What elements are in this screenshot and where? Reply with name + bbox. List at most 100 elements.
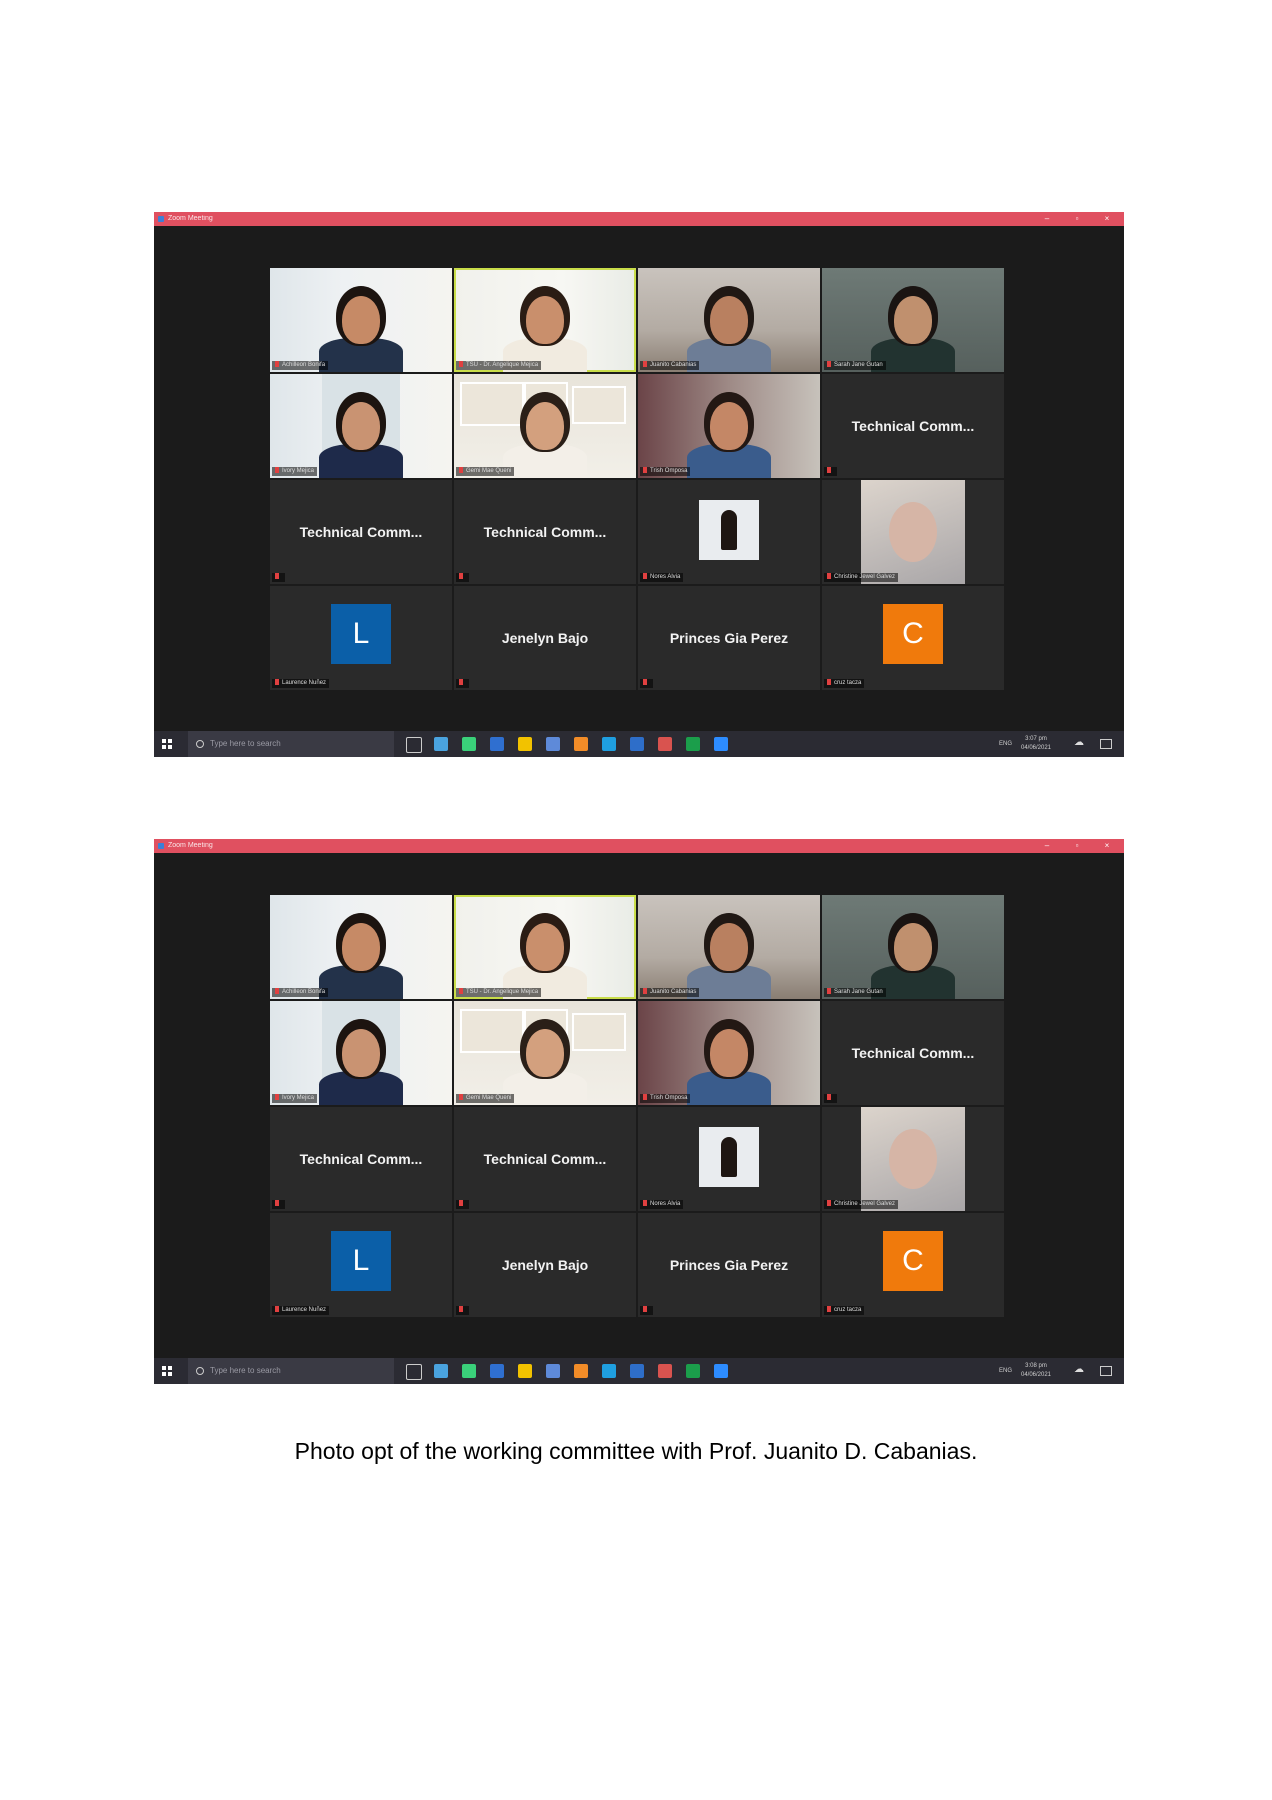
calendar-icon[interactable]	[546, 737, 560, 751]
search-icon	[196, 740, 204, 748]
muted-mic-icon	[275, 1306, 279, 1313]
participant-name-label	[640, 1306, 653, 1315]
zoom-icon[interactable]	[714, 737, 728, 751]
weather-icon[interactable]: ☁	[1074, 1365, 1084, 1375]
participant-face	[710, 296, 748, 344]
notification-icon[interactable]	[1100, 739, 1112, 749]
notification-icon[interactable]	[1100, 1366, 1112, 1376]
close-button[interactable]: ×	[1100, 212, 1114, 226]
participant-tile[interactable]: Technical Comm...	[270, 1107, 452, 1211]
participant-tile[interactable]: Princes Gia Perez	[638, 1213, 820, 1317]
firefox-icon[interactable]	[574, 737, 588, 751]
participant-tile[interactable]: Ccruz tacza	[822, 1213, 1004, 1317]
muted-mic-icon	[643, 1094, 647, 1101]
participant-display-name: Technical Comm...	[299, 1151, 423, 1167]
bookshelf	[572, 1013, 626, 1051]
participant-tile[interactable]: Technical Comm...	[454, 1107, 636, 1211]
taskview-icon[interactable]	[406, 1364, 422, 1380]
windows-start-icon[interactable]	[162, 1366, 172, 1376]
edge-icon[interactable]	[602, 737, 616, 751]
muted-mic-icon	[459, 1200, 463, 1207]
word-icon[interactable]	[630, 1364, 644, 1378]
clock[interactable]: 3:08 pm 04/06/2021	[1016, 1362, 1056, 1380]
minimize-button[interactable]: –	[1040, 212, 1054, 226]
muted-mic-icon	[275, 679, 279, 686]
participant-name-label: Gemi Mae Queni	[456, 467, 515, 476]
word-icon[interactable]	[630, 737, 644, 751]
taskbar: Type here to search ENG 3:08 pm 04/06/20…	[154, 1358, 1124, 1384]
participant-tile[interactable]: Technical Comm...	[454, 480, 636, 584]
zoom-icon[interactable]	[714, 1364, 728, 1378]
sticky-notes-icon[interactable]	[518, 1364, 532, 1378]
participant-name-label: Achilleon Bonifa	[272, 988, 329, 997]
language-indicator[interactable]: ENG	[999, 1367, 1012, 1376]
participant-tile[interactable]: Jenelyn Bajo	[454, 586, 636, 690]
participant-tile[interactable]: Juanito Cabanias	[638, 895, 820, 999]
muted-mic-icon	[643, 988, 647, 995]
participant-name: Christine Jewel Galvez	[834, 574, 896, 580]
participant-name: Ivory Mejica	[282, 468, 315, 474]
participant-tile[interactable]: Ivory Mejica	[270, 1001, 452, 1105]
participant-tile[interactable]: Sarah Jane Gutan	[822, 895, 1004, 999]
spotify-icon[interactable]	[462, 737, 476, 751]
search-placeholder: Type here to search	[210, 1366, 281, 1375]
participant-face	[342, 1029, 380, 1077]
participant-tile[interactable]: Sarah Jane Gutan	[822, 268, 1004, 372]
edge-icon[interactable]	[602, 1364, 616, 1378]
excel-icon[interactable]	[686, 1364, 700, 1378]
close-button[interactable]: ×	[1100, 839, 1114, 853]
participant-tile[interactable]: Nores Alvia	[638, 1107, 820, 1211]
participant-name: Nores Alvia	[650, 1201, 681, 1207]
spotify-icon[interactable]	[462, 1364, 476, 1378]
firefox-icon[interactable]	[574, 1364, 588, 1378]
maximize-button[interactable]: ▫	[1070, 212, 1084, 226]
minimize-button[interactable]: –	[1040, 839, 1054, 853]
muted-mic-icon	[827, 467, 831, 474]
files-icon[interactable]	[490, 1364, 504, 1378]
participant-tile[interactable]: Technical Comm...	[822, 1001, 1004, 1105]
participant-tile[interactable]: TSU - Dr. Angelique Mejica	[454, 895, 636, 999]
weather-icon[interactable]: ☁	[1074, 738, 1084, 748]
participant-tile[interactable]: Nores Alvia	[638, 480, 820, 584]
participant-tile[interactable]: Gemi Mae Queni	[454, 1001, 636, 1105]
participant-tile[interactable]: L Laurence Nuñez	[270, 586, 452, 690]
mail-icon[interactable]	[434, 1364, 448, 1378]
participant-tile[interactable]: Princes Gia Perez	[638, 586, 820, 690]
participant-face	[710, 1029, 748, 1077]
participant-tile[interactable]: Ivory Mejica	[270, 374, 452, 478]
chrome-icon[interactable]	[658, 737, 672, 751]
participant-tile[interactable]: Gemi Mae Queni	[454, 374, 636, 478]
calendar-icon[interactable]	[546, 1364, 560, 1378]
participant-tile[interactable]: TSU - Dr. Angelique Mejica	[454, 268, 636, 372]
taskbar-search[interactable]: Type here to search	[188, 731, 394, 757]
maximize-button[interactable]: ▫	[1070, 839, 1084, 853]
taskbar-search[interactable]: Type here to search	[188, 1358, 394, 1384]
language-indicator[interactable]: ENG	[999, 740, 1012, 749]
zoom-screenshot-1: Zoom Meeting – ▫ × Achilleon Bonifa TSU -…	[154, 212, 1124, 757]
participant-tile[interactable]: Jenelyn Bajo	[454, 1213, 636, 1317]
chrome-icon[interactable]	[658, 1364, 672, 1378]
participant-tile[interactable]: Christine Jewel Galvez	[822, 480, 1004, 584]
participant-tile[interactable]: L Laurence Nuñez	[270, 1213, 452, 1317]
muted-mic-icon	[827, 1200, 831, 1207]
participant-display-name: Technical Comm...	[851, 418, 975, 434]
clock[interactable]: 3:07 pm 04/06/2021	[1016, 735, 1056, 753]
participant-name-label: Trish Omposa	[640, 467, 691, 476]
participant-tile[interactable]: Technical Comm...	[270, 480, 452, 584]
mail-icon[interactable]	[434, 737, 448, 751]
files-icon[interactable]	[490, 737, 504, 751]
participant-tile[interactable]: Trish Omposa	[638, 374, 820, 478]
windows-start-icon[interactable]	[162, 739, 172, 749]
participant-face	[342, 402, 380, 450]
participant-tile[interactable]: Juanito Cabanias	[638, 268, 820, 372]
muted-mic-icon	[643, 467, 647, 474]
participant-tile[interactable]: Ccruz tacza	[822, 586, 1004, 690]
participant-tile[interactable]: Christine Jewel Galvez	[822, 1107, 1004, 1211]
participant-tile[interactable]: Trish Omposa	[638, 1001, 820, 1105]
sticky-notes-icon[interactable]	[518, 737, 532, 751]
participant-tile[interactable]: Achilleon Bonifa	[270, 895, 452, 999]
participant-tile[interactable]: Achilleon Bonifa	[270, 268, 452, 372]
participant-tile[interactable]: Technical Comm...	[822, 374, 1004, 478]
taskview-icon[interactable]	[406, 737, 422, 753]
excel-icon[interactable]	[686, 737, 700, 751]
